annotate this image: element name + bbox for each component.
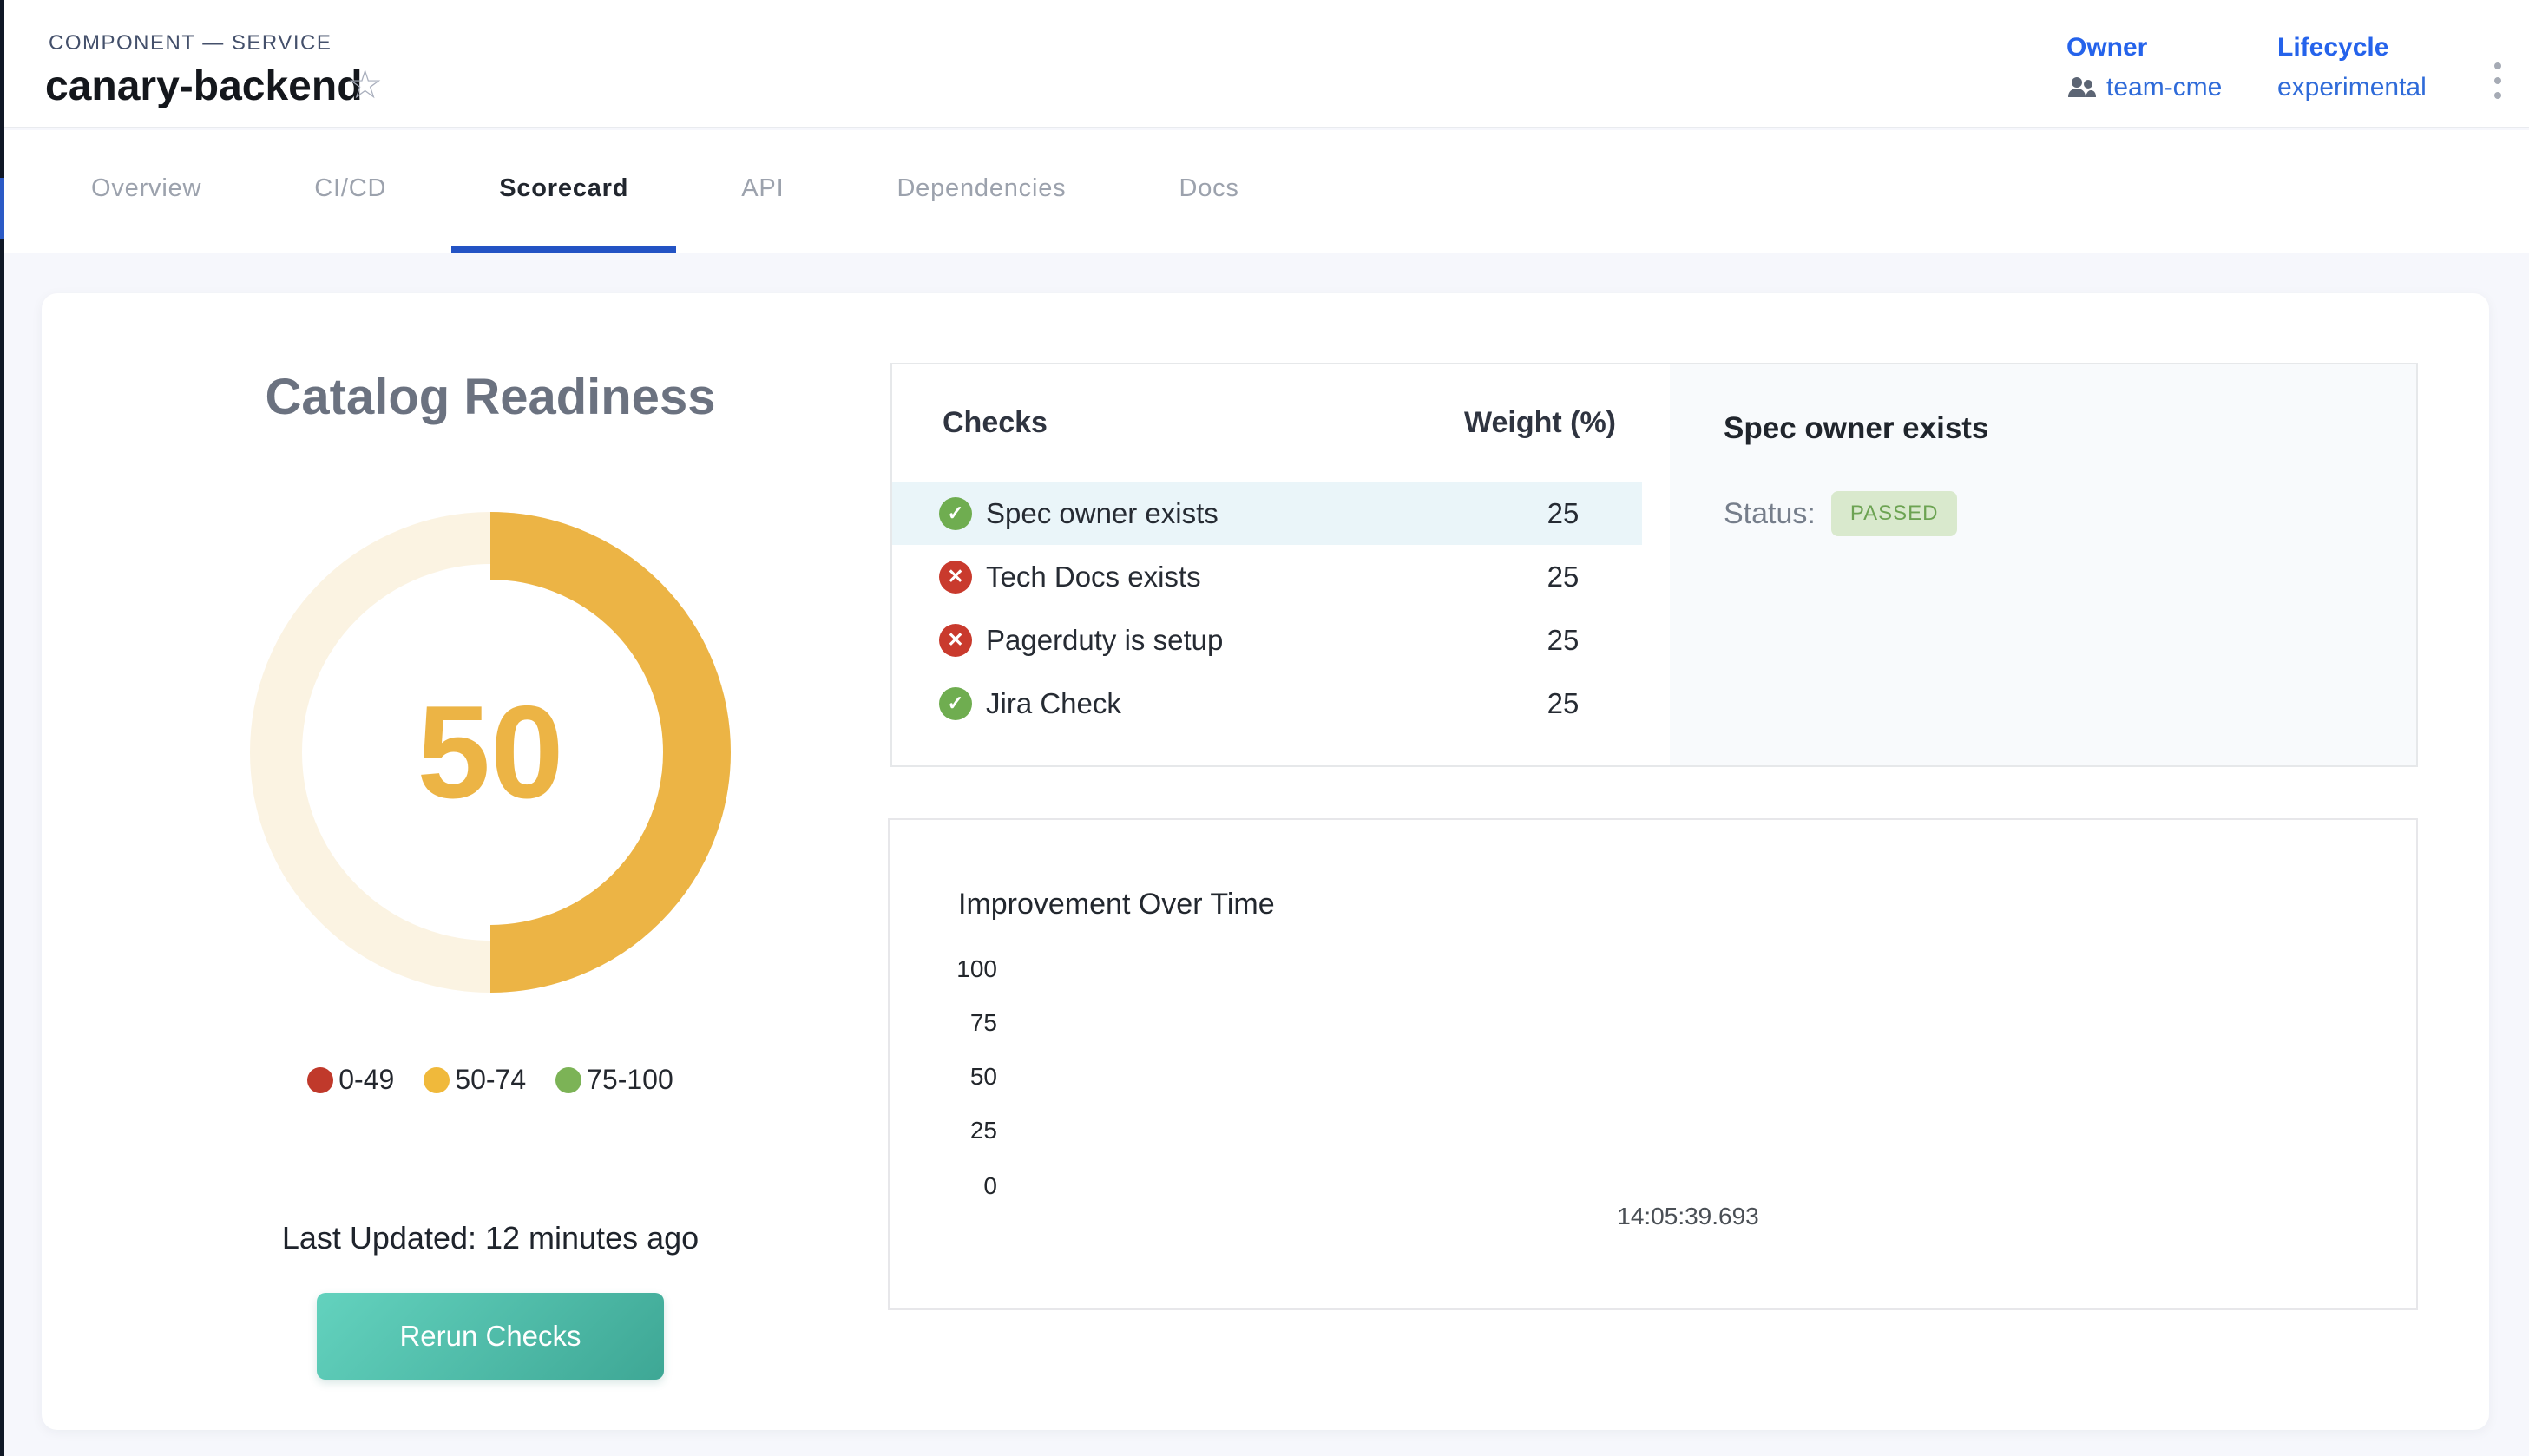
- readiness-gauge: 50: [239, 501, 742, 1004]
- app-header: COMPONENT — SERVICE canary-backend ☆ Own…: [0, 0, 2529, 128]
- check-weight: 25: [1511, 497, 1615, 530]
- entity-kind-breadcrumb: COMPONENT — SERVICE: [49, 31, 332, 56]
- favorite-star-icon[interactable]: ☆: [347, 64, 383, 104]
- check-row-jira[interactable]: ✓ Jira Check 25: [892, 672, 1642, 735]
- check-label: Tech Docs exists: [986, 561, 1201, 594]
- scorecard-title: Catalog Readiness: [42, 368, 939, 426]
- legend-item-low: 0-49: [307, 1064, 394, 1096]
- check-passed-icon: ✓: [939, 687, 972, 720]
- tab-scorecard[interactable]: Scorecard: [451, 130, 676, 253]
- check-failed-icon: ✕: [939, 624, 972, 657]
- scorecard-card: Catalog Readiness 50 0-49 50-74 75-100 L…: [42, 293, 2489, 1430]
- y-axis-tick: 75: [924, 1009, 997, 1037]
- check-label: Spec owner exists: [986, 497, 1219, 530]
- check-row-spec-owner[interactable]: ✓ Spec owner exists 25: [892, 482, 1642, 545]
- tab-cicd[interactable]: CI/CD: [266, 130, 434, 253]
- tab-docs[interactable]: Docs: [1131, 130, 1286, 253]
- check-row-pagerduty[interactable]: ✕ Pagerduty is setup 25: [892, 608, 1642, 672]
- legend-label: 75-100: [587, 1064, 673, 1096]
- check-row-tech-docs[interactable]: ✕ Tech Docs exists 25: [892, 545, 1642, 608]
- check-weight: 25: [1511, 624, 1615, 657]
- y-axis-tick: 100: [924, 955, 997, 983]
- lifecycle-block: Lifecycle experimental: [2277, 33, 2427, 102]
- window-edge-accent: [0, 178, 4, 239]
- x-axis-tick: 14:05:39.693: [1593, 1203, 1783, 1230]
- tab-api[interactable]: API: [693, 130, 831, 253]
- check-weight: 25: [1511, 687, 1615, 720]
- checks-list: Checks Weight (%) ✓ Spec owner exists 25…: [892, 364, 1670, 765]
- gauge-legend: 0-49 50-74 75-100: [42, 1064, 939, 1096]
- check-passed-icon: ✓: [939, 497, 972, 530]
- check-label: Pagerduty is setup: [986, 624, 1223, 657]
- legend-item-mid: 50-74: [424, 1064, 526, 1096]
- owner-block: Owner team-cme: [2066, 33, 2222, 102]
- legend-label: 50-74: [455, 1064, 526, 1096]
- last-updated-text: Last Updated: 12 minutes ago: [42, 1220, 939, 1256]
- legend-dot-green: [555, 1067, 581, 1093]
- weight-column-header: Weight (%): [1442, 406, 1616, 440]
- check-weight: 25: [1511, 561, 1615, 594]
- tab-overview[interactable]: Overview: [43, 130, 249, 253]
- lifecycle-label: Lifecycle: [2277, 33, 2427, 62]
- y-axis-tick: 0: [924, 1172, 997, 1200]
- legend-dot-yellow: [424, 1067, 450, 1093]
- checks-panel: Checks Weight (%) ✓ Spec owner exists 25…: [890, 363, 2418, 767]
- status-label: Status:: [1724, 497, 1816, 531]
- legend-dot-red: [307, 1067, 333, 1093]
- gauge-value: 50: [239, 501, 742, 1004]
- check-label: Jira Check: [986, 687, 1121, 720]
- page-title: canary-backend: [45, 62, 363, 110]
- more-options-kebab-icon[interactable]: [2480, 50, 2515, 111]
- team-icon: [2066, 76, 2098, 99]
- lifecycle-value: experimental: [2277, 73, 2427, 102]
- legend-item-high: 75-100: [555, 1064, 673, 1096]
- checks-header: Checks Weight (%): [892, 364, 1670, 482]
- checks-column-header: Checks: [943, 406, 1048, 440]
- tab-dependencies[interactable]: Dependencies: [849, 130, 1113, 253]
- status-badge: PASSED: [1831, 491, 1958, 536]
- chart-title: Improvement Over Time: [958, 888, 1275, 921]
- check-failed-icon: ✕: [939, 561, 972, 594]
- owner-link[interactable]: team-cme: [2106, 73, 2222, 102]
- y-axis-tick: 50: [924, 1063, 997, 1091]
- owner-label: Owner: [2066, 33, 2222, 62]
- check-detail-title: Spec owner exists: [1724, 411, 2416, 446]
- y-axis-tick: 25: [924, 1117, 997, 1144]
- check-detail-panel: Spec owner exists Status: PASSED: [1670, 364, 2416, 765]
- rerun-checks-button[interactable]: Rerun Checks: [317, 1293, 664, 1380]
- tab-bar: Overview CI/CD Scorecard API Dependencie…: [0, 130, 2529, 253]
- legend-label: 0-49: [338, 1064, 394, 1096]
- improvement-chart: Improvement Over Time 100 75 50 25 0 14:…: [888, 818, 2418, 1310]
